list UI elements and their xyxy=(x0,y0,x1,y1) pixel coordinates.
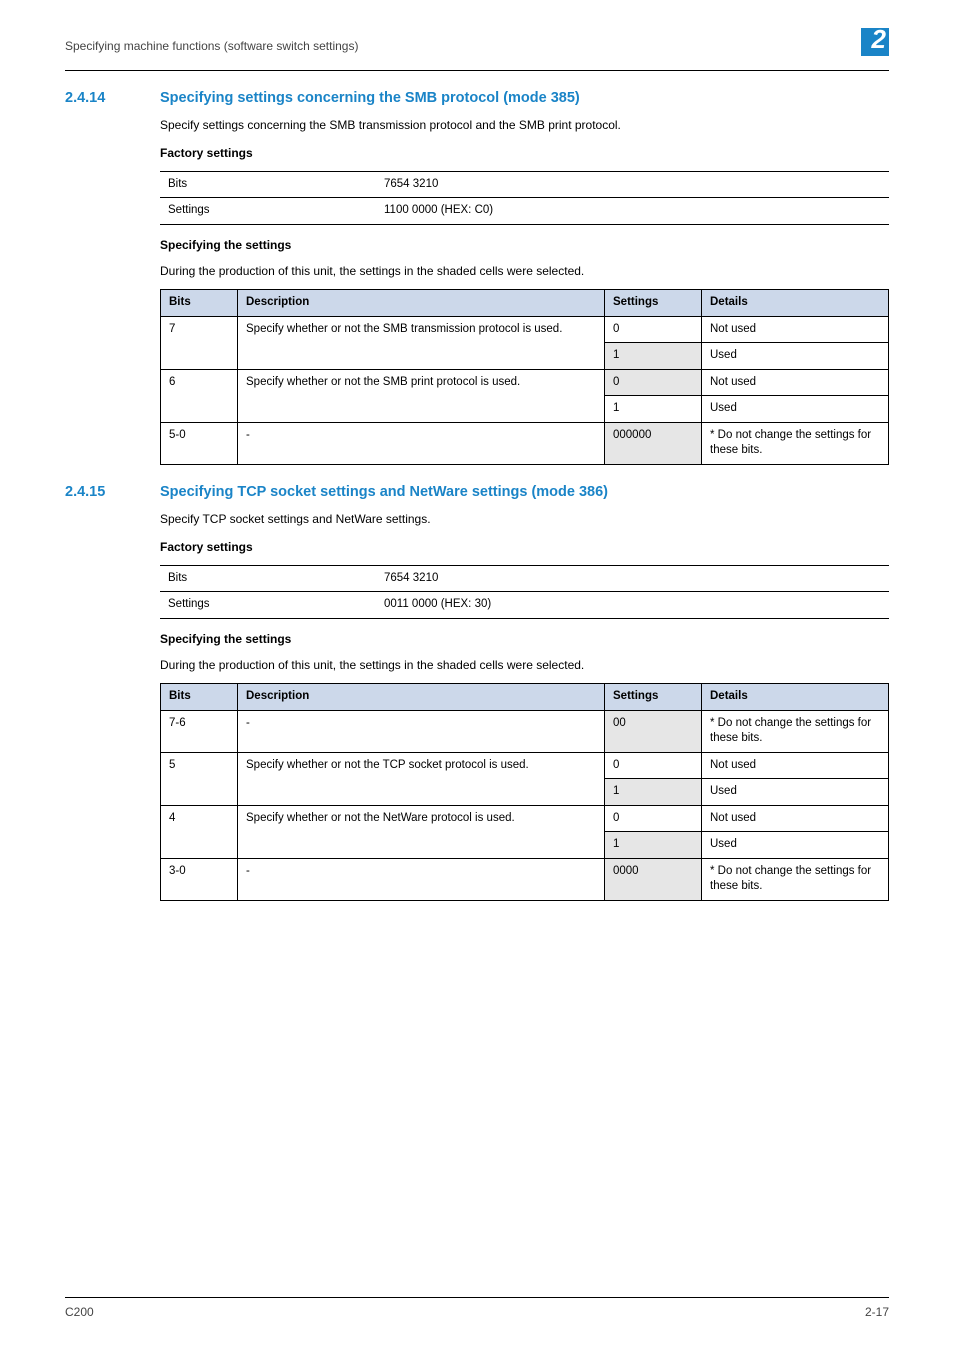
cell-settings: 0 xyxy=(605,752,702,779)
footer-left: C200 xyxy=(65,1304,94,1320)
cell-bits: 6 xyxy=(161,369,238,422)
cell-details: * Do not change the settings for these b… xyxy=(702,710,889,752)
cell-bits: 4 xyxy=(161,805,238,858)
section-intro: Specify settings concerning the SMB tran… xyxy=(160,117,889,133)
spec-intro: During the production of this unit, the … xyxy=(160,263,889,279)
chapter-badge: 2 xyxy=(855,28,889,64)
table-header: Settings xyxy=(605,684,702,711)
cell: Settings xyxy=(160,198,376,225)
cell-bits: 5-0 xyxy=(161,422,238,464)
cell-description: Specify whether or not the SMB print pro… xyxy=(238,369,605,422)
table-row: 6Specify whether or not the SMB print pr… xyxy=(161,369,889,396)
table-header: Settings xyxy=(605,290,702,317)
factory-settings-table: Bits7654 3210Settings1100 0000 (HEX: C0) xyxy=(160,171,889,225)
cell-settings: 1 xyxy=(605,396,702,423)
cell-details: Not used xyxy=(702,316,889,343)
table-header: Details xyxy=(702,290,889,317)
cell-settings: 0000 xyxy=(605,858,702,900)
cell-details: * Do not change the settings for these b… xyxy=(702,422,889,464)
cell-bits: 5 xyxy=(161,752,238,805)
cell-settings: 1 xyxy=(605,343,702,370)
section-heading: 2.4.15Specifying TCP socket settings and… xyxy=(65,483,889,503)
cell: Settings xyxy=(160,592,376,619)
cell-details: * Do not change the settings for these b… xyxy=(702,858,889,900)
table-row: 7-6-00* Do not change the settings for t… xyxy=(161,710,889,752)
page-footer: C200 2-17 xyxy=(65,1297,889,1320)
cell-details: Used xyxy=(702,832,889,859)
section: 2.4.14Specifying settings concerning the… xyxy=(65,89,889,465)
spec-table: BitsDescriptionSettingsDetails7-6-00* Do… xyxy=(160,683,889,901)
cell-details: Used xyxy=(702,779,889,806)
cell-settings: 0 xyxy=(605,316,702,343)
table-header: Bits xyxy=(161,684,238,711)
table-row: 4Specify whether or not the NetWare prot… xyxy=(161,805,889,832)
header-rule xyxy=(65,70,889,71)
cell-details: Not used xyxy=(702,752,889,779)
table-row: 5-0-000000* Do not change the settings f… xyxy=(161,422,889,464)
cell: 7654 3210 xyxy=(376,565,889,592)
section-heading: 2.4.14Specifying settings concerning the… xyxy=(65,89,889,109)
cell: 0011 0000 (HEX: 30) xyxy=(376,592,889,619)
cell-bits: 7 xyxy=(161,316,238,369)
cell-details: Not used xyxy=(702,805,889,832)
table-row: 7Specify whether or not the SMB transmis… xyxy=(161,316,889,343)
page-header: Specifying machine functions (software s… xyxy=(65,28,889,64)
cell-description: Specify whether or not the TCP socket pr… xyxy=(238,752,605,805)
table-header: Details xyxy=(702,684,889,711)
cell: Bits xyxy=(160,171,376,198)
cell: Bits xyxy=(160,565,376,592)
section-body: Specify TCP socket settings and NetWare … xyxy=(160,511,889,901)
cell-settings: 000000 xyxy=(605,422,702,464)
table-row: 5Specify whether or not the TCP socket p… xyxy=(161,752,889,779)
cell-description: - xyxy=(238,422,605,464)
cell-settings: 0 xyxy=(605,805,702,832)
spec-heading: Specifying the settings xyxy=(160,631,889,647)
cell-details: Used xyxy=(702,343,889,370)
table-row: 3-0-0000* Do not change the settings for… xyxy=(161,858,889,900)
table-header: Description xyxy=(238,290,605,317)
factory-settings-heading: Factory settings xyxy=(160,145,889,161)
cell: 1100 0000 (HEX: C0) xyxy=(376,198,889,225)
cell-settings: 1 xyxy=(605,832,702,859)
cell-description: Specify whether or not the NetWare proto… xyxy=(238,805,605,858)
section-intro: Specify TCP socket settings and NetWare … xyxy=(160,511,889,527)
cell: 7654 3210 xyxy=(376,171,889,198)
table-header: Description xyxy=(238,684,605,711)
cell-details: Used xyxy=(702,396,889,423)
cell-description: Specify whether or not the SMB transmiss… xyxy=(238,316,605,369)
cell-settings: 00 xyxy=(605,710,702,752)
cell-details: Not used xyxy=(702,369,889,396)
section-title: Specifying settings concerning the SMB p… xyxy=(160,89,580,109)
section-number: 2.4.15 xyxy=(65,483,160,503)
factory-settings-heading: Factory settings xyxy=(160,539,889,555)
section-number: 2.4.14 xyxy=(65,89,160,109)
chapter-number: 2 xyxy=(872,26,886,52)
section-body: Specify settings concerning the SMB tran… xyxy=(160,117,889,465)
spec-table: BitsDescriptionSettingsDetails7Specify w… xyxy=(160,289,889,465)
cell-settings: 0 xyxy=(605,369,702,396)
section: 2.4.15Specifying TCP socket settings and… xyxy=(65,483,889,901)
spec-heading: Specifying the settings xyxy=(160,237,889,253)
table-header: Bits xyxy=(161,290,238,317)
cell-bits: 3-0 xyxy=(161,858,238,900)
section-title: Specifying TCP socket settings and NetWa… xyxy=(160,483,608,503)
cell-description: - xyxy=(238,710,605,752)
cell-settings: 1 xyxy=(605,779,702,806)
running-title: Specifying machine functions (software s… xyxy=(65,38,358,54)
footer-right: 2-17 xyxy=(865,1304,889,1320)
cell-description: - xyxy=(238,858,605,900)
factory-settings-table: Bits7654 3210Settings0011 0000 (HEX: 30) xyxy=(160,565,889,619)
cell-bits: 7-6 xyxy=(161,710,238,752)
spec-intro: During the production of this unit, the … xyxy=(160,657,889,673)
